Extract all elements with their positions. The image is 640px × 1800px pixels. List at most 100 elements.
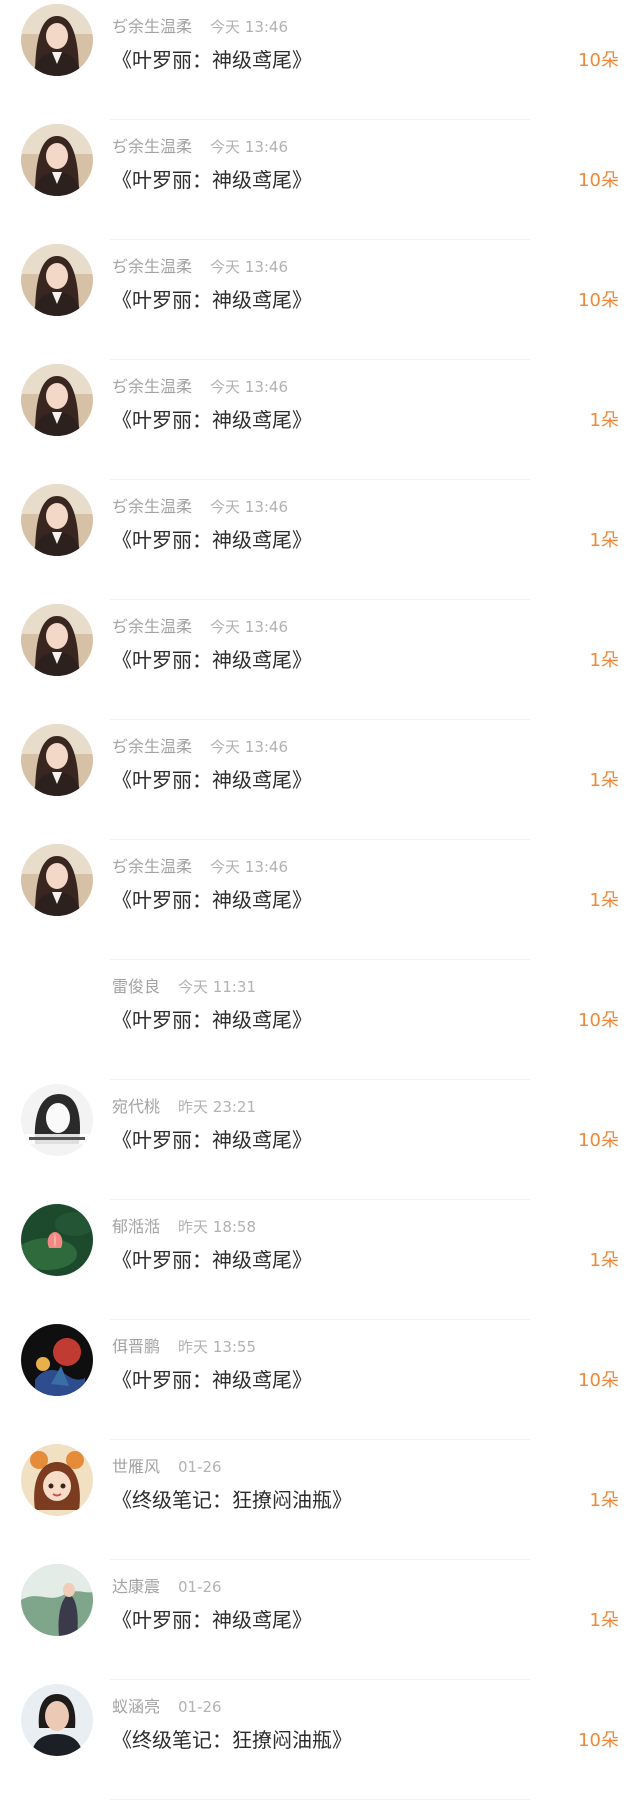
gift-amount: 1朵 (589, 1490, 619, 1511)
book-title[interactable]: 《叶罗丽：神级鸢尾》 (112, 1365, 312, 1395)
book-title[interactable]: 《叶罗丽：神级鸢尾》 (112, 1245, 312, 1275)
item-meta: ぢ余生温柔 今天 13:46 (112, 136, 288, 158)
user-name[interactable]: ぢ余生温柔 (112, 497, 192, 516)
list-item-11[interactable]: 郁湉湉 昨天 18:58 《叶罗丽：神级鸢尾》 1朵 (0, 1200, 640, 1320)
gift-amount: 1朵 (589, 890, 619, 911)
user-name[interactable]: ぢ余生温柔 (112, 377, 192, 396)
timestamp: 今天 11:31 (178, 978, 257, 996)
timestamp: 今天 13:46 (210, 18, 289, 36)
timestamp: 昨天 18:58 (178, 1218, 257, 1236)
list-item-14[interactable]: 达康震 01-26 《叶罗丽：神级鸢尾》 1朵 (0, 1560, 640, 1680)
list-item-7[interactable]: ぢ余生温柔 今天 13:46 《叶罗丽：神级鸢尾》 1朵 (0, 720, 640, 840)
item-meta: ぢ余生温柔 今天 13:46 (112, 496, 288, 518)
user-name[interactable]: 蚁涵亮 (112, 1697, 160, 1716)
item-meta: 宛代桃 昨天 23:21 (112, 1096, 256, 1118)
book-title[interactable]: 《叶罗丽：神级鸢尾》 (112, 1605, 312, 1635)
timestamp: 01-26 (178, 1458, 222, 1476)
book-title[interactable]: 《叶罗丽：神级鸢尾》 (112, 1125, 312, 1155)
user-name[interactable]: 达康震 (112, 1577, 160, 1596)
avatar-portrait-woman[interactable] (21, 1684, 93, 1756)
user-name[interactable]: 宛代桃 (112, 1097, 160, 1116)
book-title[interactable]: 《叶罗丽：神级鸢尾》 (112, 165, 312, 195)
list-item-10[interactable]: 宛代桃 昨天 23:21 《叶罗丽：神级鸢尾》 10朵 (0, 1080, 640, 1200)
timestamp: 01-26 (178, 1698, 222, 1716)
item-meta: 蚁涵亮 01-26 (112, 1696, 222, 1718)
list-item-15[interactable]: 蚁涵亮 01-26 《终级笔记：狂撩闷油瓶》 10朵 (0, 1680, 640, 1800)
user-name[interactable]: ぢ余生温柔 (112, 257, 192, 276)
book-title[interactable]: 《叶罗丽：神级鸢尾》 (112, 765, 312, 795)
timestamp: 今天 13:46 (210, 498, 289, 516)
list-item-1[interactable]: ぢ余生温柔 今天 13:46 《叶罗丽：神级鸢尾》 10朵 (0, 0, 640, 120)
item-meta: ぢ余生温柔 今天 13:46 (112, 616, 288, 638)
user-name[interactable]: 佴晋鹏 (112, 1337, 160, 1356)
gift-amount: 10朵 (578, 170, 619, 191)
book-title[interactable]: 《叶罗丽：神级鸢尾》 (112, 645, 312, 675)
list-item-4[interactable]: ぢ余生温柔 今天 13:46 《叶罗丽：神级鸢尾》 1朵 (0, 360, 640, 480)
timestamp: 今天 13:46 (210, 138, 289, 156)
list-item-5[interactable]: ぢ余生温柔 今天 13:46 《叶罗丽：神级鸢尾》 1朵 (0, 480, 640, 600)
list-item-9[interactable]: 雷俊良 今天 11:31 《叶罗丽：神级鸢尾》 10朵 (0, 960, 640, 1080)
timestamp: 今天 13:46 (210, 858, 289, 876)
gift-amount: 1朵 (589, 650, 619, 671)
book-title[interactable]: 《终级笔记：狂撩闷油瓶》 (112, 1725, 352, 1755)
item-meta: ぢ余生温柔 今天 13:46 (112, 376, 288, 398)
book-title[interactable]: 《叶罗丽：神级鸢尾》 (112, 525, 312, 555)
item-meta: 世雁风 01-26 (112, 1456, 222, 1478)
user-name[interactable]: ぢ余生温柔 (112, 137, 192, 156)
avatar-lotus-green[interactable] (21, 1204, 93, 1276)
list-item-2[interactable]: ぢ余生温柔 今天 13:46 《叶罗丽：神级鸢尾》 10朵 (0, 120, 640, 240)
timestamp: 今天 13:46 (210, 378, 289, 396)
avatar-woman-long-hair[interactable] (21, 724, 93, 796)
list-item-8[interactable]: ぢ余生温柔 今天 13:46 《叶罗丽：神级鸢尾》 1朵 (0, 840, 640, 960)
avatar-woman-long-hair[interactable] (21, 4, 93, 76)
item-meta: ぢ余生温柔 今天 13:46 (112, 16, 288, 38)
book-title[interactable]: 《叶罗丽：神级鸢尾》 (112, 1005, 312, 1035)
avatar-dark-art[interactable] (21, 1324, 93, 1396)
gift-amount: 10朵 (578, 50, 619, 71)
list-item-12[interactable]: 佴晋鹏 昨天 13:55 《叶罗丽：神级鸢尾》 10朵 (0, 1320, 640, 1440)
item-meta: 佴晋鹏 昨天 13:55 (112, 1336, 256, 1358)
avatar-woman-long-hair[interactable] (21, 604, 93, 676)
gift-amount: 10朵 (578, 1130, 619, 1151)
avatar-woman-long-hair[interactable] (21, 484, 93, 556)
user-name[interactable]: ぢ余生温柔 (112, 857, 192, 876)
avatar-cartoon-girl[interactable] (21, 1444, 93, 1516)
item-meta: ぢ余生温柔 今天 13:46 (112, 256, 288, 278)
list-item-13[interactable]: 世雁风 01-26 《终级笔记：狂撩闷油瓶》 1朵 (0, 1440, 640, 1560)
book-title[interactable]: 《叶罗丽：神级鸢尾》 (112, 285, 312, 315)
timestamp: 昨天 13:55 (178, 1338, 257, 1356)
gift-amount: 10朵 (578, 1730, 619, 1751)
gift-amount: 1朵 (589, 1610, 619, 1631)
list-item-6[interactable]: ぢ余生温柔 今天 13:46 《叶罗丽：神级鸢尾》 1朵 (0, 600, 640, 720)
book-title[interactable]: 《叶罗丽：神级鸢尾》 (112, 405, 312, 435)
avatar-bw-illustration[interactable] (21, 1084, 93, 1156)
avatar-empty[interactable] (21, 964, 93, 1036)
avatar-woman-long-hair[interactable] (21, 244, 93, 316)
gift-amount: 1朵 (589, 530, 619, 551)
item-meta: ぢ余生温柔 今天 13:46 (112, 856, 288, 878)
list-item-3[interactable]: ぢ余生温柔 今天 13:46 《叶罗丽：神级鸢尾》 10朵 (0, 240, 640, 360)
user-name[interactable]: ぢ余生温柔 (112, 737, 192, 756)
gift-amount: 1朵 (589, 770, 619, 791)
timestamp: 今天 13:46 (210, 618, 289, 636)
avatar-outdoor-woman[interactable] (21, 1564, 93, 1636)
book-title[interactable]: 《叶罗丽：神级鸢尾》 (112, 885, 312, 915)
timestamp: 昨天 23:21 (178, 1098, 257, 1116)
item-meta: ぢ余生温柔 今天 13:46 (112, 736, 288, 758)
user-name[interactable]: ぢ余生温柔 (112, 617, 192, 636)
gift-amount: 1朵 (589, 410, 619, 431)
avatar-woman-long-hair[interactable] (21, 844, 93, 916)
timestamp: 今天 13:46 (210, 738, 289, 756)
avatar-woman-long-hair[interactable] (21, 124, 93, 196)
gift-amount: 10朵 (578, 290, 619, 311)
book-title[interactable]: 《叶罗丽：神级鸢尾》 (112, 45, 312, 75)
item-meta: 达康震 01-26 (112, 1576, 222, 1598)
user-name[interactable]: 雷俊良 (112, 977, 160, 996)
avatar-woman-long-hair[interactable] (21, 364, 93, 436)
gift-amount: 1朵 (589, 1250, 619, 1271)
user-name[interactable]: 世雁风 (112, 1457, 160, 1476)
book-title[interactable]: 《终级笔记：狂撩闷油瓶》 (112, 1485, 352, 1515)
user-name[interactable]: ぢ余生温柔 (112, 17, 192, 36)
user-name[interactable]: 郁湉湉 (112, 1217, 160, 1236)
timestamp: 01-26 (178, 1578, 222, 1596)
